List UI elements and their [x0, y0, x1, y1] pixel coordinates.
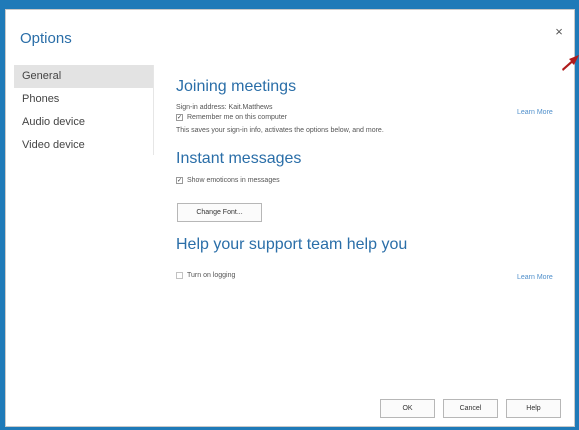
logging-row[interactable]: Turn on logging [176, 272, 235, 279]
signin-address: Sign-in address: Kait.Matthews [176, 104, 273, 111]
learn-more-link-signin[interactable]: Learn More [517, 109, 553, 116]
help-button[interactable]: Help [506, 399, 561, 418]
logging-checkbox[interactable] [176, 272, 183, 279]
close-icon[interactable]: × [552, 25, 566, 39]
remember-me-label: Remember me on this computer [187, 114, 287, 121]
window-frame-top [0, 0, 579, 9]
options-dialog: Options × General Phones Audio device Vi… [5, 9, 575, 427]
checkmark-icon: ✓ [176, 115, 183, 121]
instant-messages-heading: Instant messages [176, 150, 302, 167]
nav-item-phones[interactable]: Phones [14, 88, 154, 111]
nav-item-video-device[interactable]: Video device [14, 134, 154, 157]
support-heading: Help your support team help you [176, 236, 408, 253]
change-font-button[interactable]: Change Font... [177, 203, 262, 222]
checkmark-icon: ✓ [176, 178, 183, 184]
logging-label: Turn on logging [187, 272, 236, 279]
emoticons-row[interactable]: ✓ Show emoticons in messages [176, 177, 566, 184]
options-nav: General Phones Audio device Video device [14, 65, 154, 157]
signin-description: This saves your sign-in info, activates … [176, 127, 384, 134]
emoticons-label: Show emoticons in messages [187, 177, 280, 184]
cancel-button[interactable]: Cancel [443, 399, 498, 418]
nav-item-general[interactable]: General [14, 65, 154, 88]
joining-meetings-heading: Joining meetings [176, 78, 297, 95]
remember-me-checkbox[interactable]: ✓ [176, 114, 183, 121]
emoticons-checkbox[interactable]: ✓ [176, 177, 183, 184]
dialog-title: Options [20, 30, 72, 47]
general-content: Joining meetings Sign-in address: Kait.M… [176, 65, 566, 184]
learn-more-link-logging[interactable]: Learn More [517, 274, 553, 281]
nav-divider [153, 65, 154, 155]
remember-me-row[interactable]: ✓ Remember me on this computer [176, 114, 566, 121]
ok-button[interactable]: OK [380, 399, 435, 418]
nav-item-audio-device[interactable]: Audio device [14, 111, 154, 134]
annotation-arrow-icon [562, 55, 579, 71]
